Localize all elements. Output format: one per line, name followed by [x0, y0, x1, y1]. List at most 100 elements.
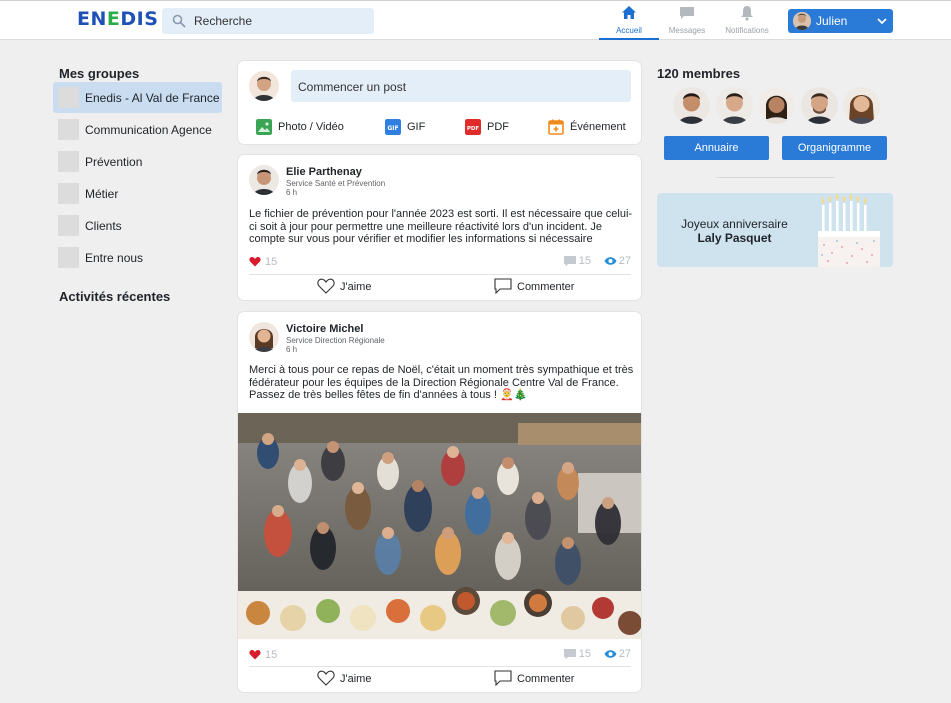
- group-label: Enedis - Al Val de France: [85, 91, 220, 105]
- group-thumbnail: [58, 247, 79, 268]
- birthday-name: Laly Pasquet: [697, 231, 772, 245]
- start-post-field[interactable]: Commencer un post: [291, 70, 631, 102]
- search-icon: [172, 14, 186, 28]
- eye-icon: [604, 650, 617, 658]
- like-label: J'aime: [340, 281, 372, 293]
- search-input[interactable]: [194, 8, 369, 34]
- nav-home[interactable]: Accueil: [599, 3, 659, 40]
- post-photo[interactable]: [238, 413, 641, 639]
- birthday-card[interactable]: Joyeux anniversaire Laly Pasquet: [657, 193, 893, 267]
- group-item-metier[interactable]: Métier: [53, 178, 222, 209]
- member-avatar[interactable]: [716, 87, 753, 124]
- org-chart-button[interactable]: Organigramme: [782, 136, 887, 160]
- event-label: Événement: [570, 121, 626, 133]
- nav-messages[interactable]: Messages: [657, 3, 717, 40]
- comment-icon: [563, 649, 576, 660]
- group-item-entre-nous[interactable]: Entre nous: [53, 242, 222, 273]
- author-service: Service Santé et Prévention: [286, 179, 386, 188]
- like-label: J'aime: [340, 673, 372, 685]
- like-button[interactable]: J'aime: [317, 277, 387, 297]
- post-card: Elie Parthenay Service Santé et Préventi…: [238, 155, 641, 300]
- group-label: Clients: [85, 219, 122, 233]
- post-composer: Commencer un post Photo / Vidéo GIF GIF …: [238, 61, 641, 144]
- like-button[interactable]: J'aime: [317, 669, 387, 689]
- views-count: 27: [604, 648, 631, 660]
- group-thumbnail: [58, 183, 79, 204]
- bell-icon: [741, 6, 753, 21]
- pdf-button[interactable]: PDF PDF: [465, 118, 515, 136]
- user-menu-button[interactable]: Julien: [788, 9, 893, 33]
- nav-messages-label: Messages: [668, 26, 706, 35]
- image-icon: [256, 119, 272, 135]
- post-stats: 15 15 27: [249, 648, 631, 662]
- enedis-logo[interactable]: ENEDIS: [77, 8, 158, 30]
- top-bar: ENEDIS Accueil Messages Notifications Ju…: [0, 0, 951, 40]
- member-avatar[interactable]: [673, 87, 710, 124]
- post-time: 6 h: [286, 345, 298, 354]
- user-name: Julien: [816, 14, 848, 28]
- home-icon: [622, 6, 636, 19]
- comment-label: Commenter: [517, 281, 575, 293]
- member-avatar[interactable]: [843, 87, 880, 124]
- search-box[interactable]: [162, 8, 374, 34]
- message-icon: [680, 7, 694, 19]
- heart-icon: [249, 257, 261, 267]
- post-stats: 15 15 27: [249, 255, 631, 269]
- comment-label: Commenter: [517, 673, 575, 685]
- photo-video-label: Photo / Vidéo: [278, 121, 344, 133]
- recent-activity-title: Activités récentes: [59, 289, 171, 304]
- calendar-icon: [548, 119, 564, 135]
- birthday-greeting: Joyeux anniversaire: [681, 217, 788, 231]
- directory-button[interactable]: Annuaire: [664, 136, 769, 160]
- post-text: Le fichier de prévention pour l'année 20…: [249, 208, 633, 245]
- post-text: Merci à tous pour ce repas de Noël, c'ét…: [249, 364, 634, 401]
- group-item-clients[interactable]: Clients: [53, 210, 222, 241]
- group-label: Prévention: [85, 155, 143, 169]
- comments-number: 15: [578, 648, 591, 660]
- views-number: 27: [618, 648, 631, 660]
- group-item-enedis[interactable]: Enedis - Al Val de France: [53, 82, 222, 113]
- author-name[interactable]: Victoire Michel: [286, 323, 363, 335]
- gif-button[interactable]: GIF GIF: [385, 118, 435, 136]
- nav-notifications-label: Notifications: [725, 26, 769, 35]
- avatar: [249, 71, 279, 101]
- likes-number: 15: [265, 649, 278, 661]
- comments-number: 15: [578, 255, 591, 267]
- photo-video-button[interactable]: Photo / Vidéo: [256, 118, 356, 136]
- nav-home-label: Accueil: [616, 26, 642, 35]
- gif-label: GIF: [407, 121, 426, 133]
- author-avatar[interactable]: [249, 165, 279, 195]
- author-service: Service Direction Régionale: [286, 336, 385, 345]
- heart-outline-icon: [317, 278, 335, 294]
- author-name[interactable]: Elie Parthenay: [286, 166, 362, 178]
- divider: [716, 177, 835, 178]
- event-button[interactable]: Événement: [548, 118, 633, 136]
- post-divider: [249, 666, 631, 667]
- author-avatar[interactable]: [249, 322, 279, 352]
- pdf-icon: PDF: [465, 119, 481, 135]
- svg-text:PDF: PDF: [467, 126, 480, 132]
- likes-number: 15: [265, 256, 278, 268]
- group-item-prevention[interactable]: Prévention: [53, 146, 222, 177]
- eye-icon: [604, 257, 617, 265]
- member-avatar[interactable]: [758, 87, 795, 124]
- heart-outline-icon: [317, 670, 335, 686]
- comment-button[interactable]: Commenter: [494, 277, 584, 297]
- post-time: 6 h: [286, 188, 298, 197]
- post-divider: [249, 274, 631, 275]
- heart-icon: [249, 650, 261, 660]
- chevron-down-icon: [877, 18, 887, 25]
- group-thumbnail: [58, 215, 79, 236]
- group-item-communication[interactable]: Communication Agence: [53, 114, 222, 145]
- comment-outline-icon: [494, 278, 512, 294]
- group-label: Entre nous: [85, 251, 144, 265]
- comment-outline-icon: [494, 670, 512, 686]
- member-avatar[interactable]: [801, 87, 838, 124]
- nav-notifications[interactable]: Notifications: [717, 3, 777, 40]
- gif-icon: GIF: [385, 119, 401, 135]
- comment-icon: [563, 256, 576, 267]
- comments-count: 15: [563, 648, 591, 660]
- comment-button[interactable]: Commenter: [494, 669, 584, 689]
- comments-count: 15: [563, 255, 591, 267]
- post-card: Victoire Michel Service Direction Région…: [238, 312, 641, 692]
